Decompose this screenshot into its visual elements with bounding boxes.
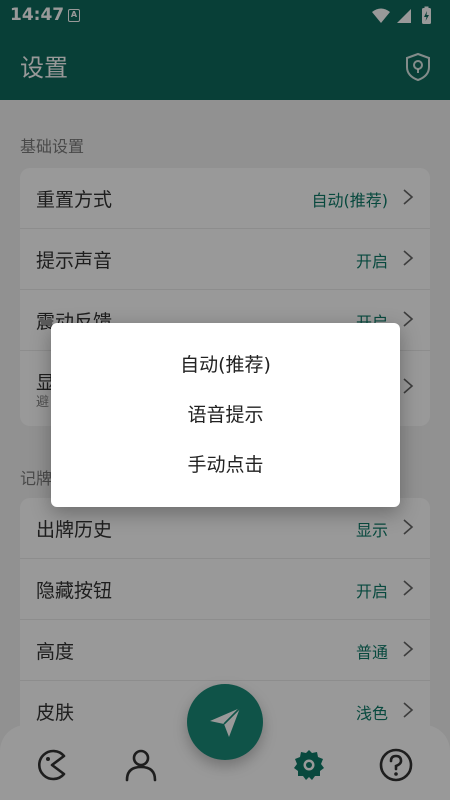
reset-mode-dialog: 自动(推荐) 语音提示 手动点击 xyxy=(51,323,400,507)
dialog-option-voice[interactable]: 语音提示 xyxy=(51,390,400,440)
dialog-option-auto[interactable]: 自动(推荐) xyxy=(51,340,400,390)
dialog-option-manual[interactable]: 手动点击 xyxy=(51,440,400,490)
